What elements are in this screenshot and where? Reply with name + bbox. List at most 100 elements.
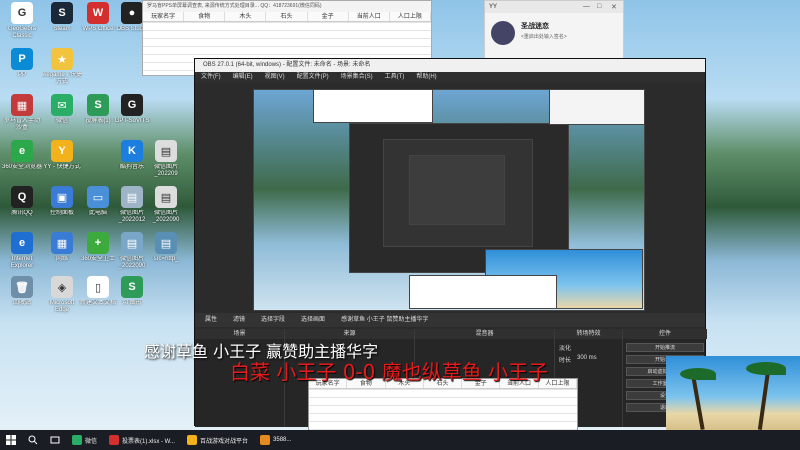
column-header[interactable]: 石头	[266, 12, 308, 21]
desktop-icon[interactable]: ▦ 网络	[42, 232, 82, 270]
desktop-icon-label: 360安全浏览器	[2, 164, 42, 170]
menu-item[interactable]: 编辑(E)	[233, 72, 253, 83]
desktop-icon[interactable]: Y YY - 快捷方式	[42, 140, 82, 178]
app-icon: S	[51, 2, 73, 24]
app-icon: ▣	[51, 186, 73, 208]
desktop-icon[interactable]: P PP	[2, 48, 42, 86]
desktop-icon[interactable]: e 360安全浏览器	[2, 140, 42, 178]
desktop-icon[interactable]: S AI 图形	[112, 276, 152, 314]
toolbar-item[interactable]: 属性	[205, 313, 217, 327]
desktop-icon[interactable]: ▦ 罗马盲人手动沙盒	[2, 94, 42, 132]
menu-item[interactable]: 视图(V)	[265, 72, 285, 83]
column-header[interactable]: 当前人口	[349, 12, 390, 21]
taskbar-app[interactable]: 微信	[66, 430, 103, 450]
excel-window-bottom[interactable]: 玩家名字 食物 木头 石头 金子 当前人口 人口上限	[308, 378, 578, 432]
duration-label: 时长	[559, 358, 572, 364]
app-icon: K	[121, 140, 143, 162]
app-icon	[72, 435, 82, 445]
desktop-icon[interactable]: 🗑 回收站	[2, 276, 42, 314]
desktop-icon[interactable]: Q 腾讯QQ	[2, 186, 42, 224]
desktop-icon-label: Steam	[53, 26, 71, 32]
start-button[interactable]	[0, 430, 22, 450]
app-icon	[260, 435, 271, 445]
task-view-button[interactable]	[44, 430, 66, 450]
menu-item[interactable]: 配置文件(P)	[297, 72, 329, 83]
task-view-icon	[50, 436, 60, 444]
score-overlay-text: 白菜 小王子 0-0 魔也纵草鱼 小王子	[230, 360, 549, 384]
toolbar-item[interactable]: 选择画面	[301, 313, 325, 327]
toolbar-item[interactable]: 感谢草鱼 小王子 鼠赞助主播华字	[341, 313, 428, 327]
desktop-icon[interactable]: ★ wegame - 快捷方式	[42, 48, 82, 86]
palm-leaf	[680, 368, 716, 380]
search-button[interactable]	[22, 430, 44, 450]
toolbar-item[interactable]: 滤镜	[233, 313, 245, 327]
contact-signature: <重启出处输入签名>	[521, 34, 567, 40]
nested-card	[549, 89, 645, 125]
desktop-icon[interactable]: ✉ 微信	[42, 94, 82, 132]
taskbar: 微信 投票表(1).xlsx - W... 百战游戏对战平台 3588...	[0, 430, 800, 450]
app-icon: ▤	[121, 186, 143, 208]
obs-preview[interactable]	[253, 89, 645, 311]
fade-select[interactable]: 淡化	[559, 343, 571, 352]
desktop-icon[interactable]: S Steam	[42, 2, 82, 40]
nested-obs-3	[409, 155, 505, 225]
taskbar-app[interactable]: 3588...	[254, 430, 297, 450]
menu-item[interactable]: 帮助(H)	[416, 72, 436, 83]
column-header[interactable]: 人口上限	[390, 12, 431, 21]
app-icon: ▤	[121, 232, 143, 254]
desktop-icon[interactable]: ◈ Microsoft Edge	[42, 276, 82, 314]
nested-sheet	[409, 275, 557, 309]
minimize-icon[interactable]: —	[583, 3, 590, 10]
app-icon: ▤	[155, 186, 177, 208]
column-header[interactable]: 玩家名字	[143, 12, 185, 21]
menu-item[interactable]: 文件(F)	[201, 72, 221, 83]
column-header[interactable]: 食物	[184, 12, 226, 21]
beach-image	[666, 356, 800, 430]
app-icon: ★	[51, 48, 73, 70]
duration-value[interactable]: 300 ms	[577, 355, 597, 361]
desktop-icon[interactable]: ▤ src=http_	[146, 232, 186, 270]
menu-item[interactable]: 工具(T)	[385, 72, 405, 83]
app-icon: ▦	[51, 232, 73, 254]
search-icon	[28, 435, 38, 445]
taskbar-app[interactable]: 百战游戏对战平台	[181, 430, 254, 450]
desktop-icon-label: Internet Explorer	[10, 256, 34, 269]
taskbar-app-label: 微信	[85, 438, 98, 445]
windows-icon	[6, 435, 16, 445]
contact-name: 圣战迷恋	[521, 23, 549, 30]
desktop-icon[interactable]: ▣ 控制面板	[42, 186, 82, 224]
obs-title: OBS 27.0.1 (64-bit, windows) - 配置文件: 未命名…	[195, 59, 705, 72]
app-icon: ▯	[87, 276, 109, 298]
app-icon: ▤	[155, 140, 177, 162]
desktop-icon-label: 腾讯QQ	[11, 210, 33, 216]
toolbar-item[interactable]: 选择字段	[261, 313, 285, 327]
taskbar-app[interactable]: 投票表(1).xlsx - W...	[103, 430, 181, 450]
menu-item[interactable]: 场景集合(S)	[341, 72, 373, 83]
palm-trunk	[691, 376, 705, 430]
desktop-icon[interactable]: G GPT-SoVITS	[112, 94, 152, 132]
card-title: YY	[485, 1, 623, 13]
desktop-icon[interactable]: ▤ 微信图片_2022090	[146, 186, 186, 224]
desktop-icon-label: 微信	[55, 118, 68, 124]
app-icon: Q	[11, 186, 33, 208]
sheet-header-row: 玩家名字 食物 木头 石头 金子 当前人口 人口上限	[143, 12, 431, 22]
desktop-icon-label: GeoGebra Classic	[7, 26, 37, 39]
sheet-grid[interactable]	[309, 389, 577, 431]
desktop-icon[interactable]: e Internet Explorer	[2, 232, 42, 270]
desktop-icon-label: 微信图片_2022090	[152, 210, 180, 223]
desktop-icon-label: PP	[17, 72, 26, 78]
desktop-icon-label: 回收站	[12, 300, 31, 306]
avatar[interactable]	[491, 21, 515, 45]
taskbar-app-label: 3588...	[273, 437, 292, 443]
column-header[interactable]: 木头	[225, 12, 267, 21]
app-icon: 🗑	[11, 276, 33, 298]
desktop-icon[interactable]: G GeoGebra Classic	[2, 2, 42, 40]
close-icon[interactable]: ✕	[611, 3, 617, 11]
app-icon	[187, 435, 198, 445]
app-icon: S	[87, 94, 109, 116]
column-header[interactable]: 金子	[308, 12, 349, 21]
desktop-icon[interactable]: ▤ 微信图片_202209	[146, 140, 186, 178]
excel-title: 罗马盲PPS单屏幕调查表, 来源传统方式处理目录... QQ：418723691…	[143, 1, 431, 12]
maximize-icon[interactable]: □	[597, 3, 601, 10]
control-button[interactable]: 开始推流	[626, 343, 704, 352]
